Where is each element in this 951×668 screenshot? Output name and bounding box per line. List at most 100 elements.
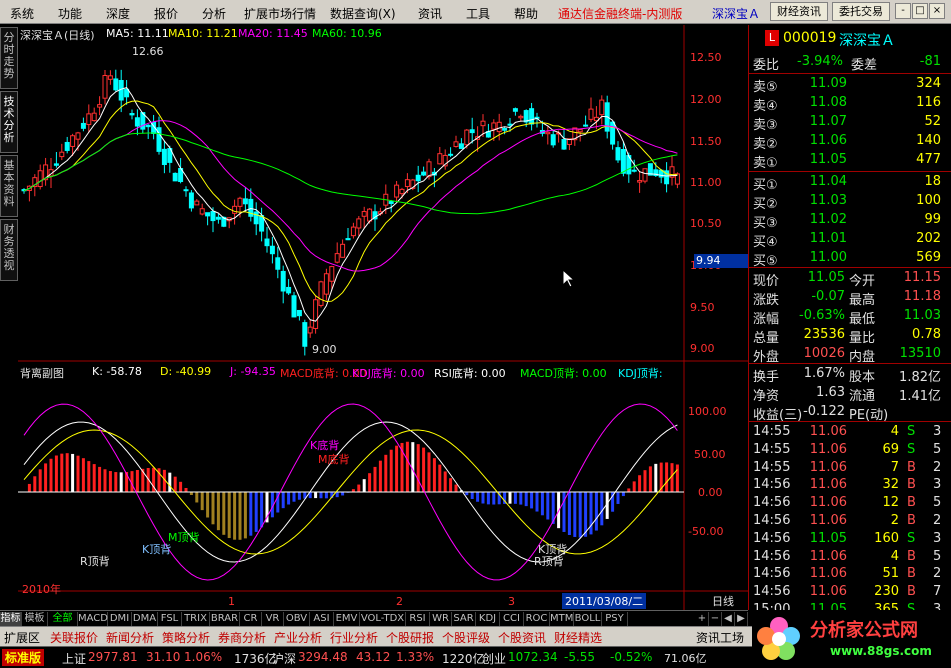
indicator-tab[interactable]: SAR — [452, 612, 476, 627]
buy-level-row[interactable]: 买④ 11.01 202 — [749, 230, 951, 250]
chart-area[interactable]: 深深宝Ａ (日线) MA5: 11.11 MA10: 11.21 MA20: 1… — [18, 25, 750, 610]
function-tab[interactable]: 行业分析 — [330, 629, 378, 646]
period-label[interactable]: 日线 — [712, 593, 734, 609]
indicator-tab[interactable]: TRIX — [182, 612, 210, 627]
indicator-tab[interactable]: PSY — [602, 612, 628, 627]
indicator-tab[interactable]: ASI — [310, 612, 334, 627]
sell-level-row[interactable]: 卖⑤ 11.09 324 — [749, 75, 951, 95]
function-tab[interactable]: 关联报价 — [50, 629, 98, 646]
tick-row: 14:55 11.06 4 S 3 — [749, 423, 951, 442]
ma10-value: MA10: 11.21 — [168, 27, 238, 40]
close-icon[interactable]: × — [929, 3, 945, 19]
indicator-tab[interactable]: DMI — [108, 612, 132, 627]
sub-tick-label: 0.00 — [698, 486, 723, 499]
tab-profile[interactable]: 基本资料 — [0, 155, 18, 217]
indicator-tab[interactable]: 模板 — [22, 612, 48, 627]
tick-time: 14:56 — [753, 513, 791, 528]
order-diff: -81 — [919, 54, 941, 69]
buy-level-label: 买① — [753, 178, 778, 193]
indicator-tab[interactable]: 全部 — [48, 612, 78, 627]
menu-system[interactable]: 系统 — [10, 5, 34, 22]
indicator-tab[interactable]: BOLL — [574, 612, 602, 627]
indicator-tab[interactable]: KDJ — [476, 612, 500, 627]
stat-label: 换手 — [753, 370, 780, 385]
indicator-tab[interactable]: BRAR — [210, 612, 240, 627]
tick-time: 14:56 — [753, 495, 791, 511]
sell-level-row[interactable]: 卖④ 11.08 116 — [749, 94, 951, 114]
buy-level-row[interactable]: 买① 11.04 18 — [749, 173, 951, 193]
sub-chart-title: 背离副图 — [20, 367, 64, 380]
tick-price: 11.06 — [809, 548, 847, 564]
scroll-button[interactable]: ◀ — [722, 612, 735, 627]
menu-analysis[interactable]: 分析 — [202, 5, 226, 22]
hs-percent: 1.33% — [396, 650, 435, 664]
indicator-tab[interactable]: FSL — [158, 612, 182, 627]
function-tab[interactable]: 券商分析 — [218, 629, 266, 646]
buy-level-row[interactable]: 买⑤ 11.00 569 — [749, 249, 951, 269]
indicator-tab[interactable]: DMA — [132, 612, 158, 627]
indicator-tab[interactable]: VR — [262, 612, 284, 627]
menu-tools[interactable]: 工具 — [466, 5, 490, 22]
info-workshop-tab[interactable]: 资讯工场 — [696, 629, 744, 646]
buy-level-row[interactable]: 买② 11.03 100 — [749, 192, 951, 212]
stat-value: 10026 — [803, 346, 845, 361]
scroll-button[interactable]: − — [709, 612, 722, 627]
price-tick-label: 11.50 — [690, 135, 722, 148]
order-ratio-row: 委比 -3.94% 委差 -81 — [749, 53, 951, 73]
indicator-tab[interactable]: MTM — [550, 612, 574, 627]
tick-row: 14:56 11.06 4 B 5 — [749, 548, 951, 567]
tick-count: 2 — [933, 566, 942, 582]
menu-info[interactable]: 资讯 — [418, 5, 442, 22]
tick-count: 3 — [933, 424, 942, 439]
tab-finance[interactable]: 财务透视 — [0, 219, 18, 281]
function-tab[interactable]: 财经精选 — [554, 629, 602, 646]
indicator-tab[interactable]: CCI — [500, 612, 524, 627]
tick-row: 14:55 11.06 69 S 5 — [749, 441, 951, 460]
finance-news-button[interactable]: 财经资讯 — [770, 2, 828, 21]
indicator-tab[interactable]: VOL-TDX — [360, 612, 406, 627]
function-tab[interactable]: 个股资讯 — [498, 629, 546, 646]
scroll-button[interactable]: ▶ — [735, 612, 748, 627]
function-tab[interactable]: 个股研报 — [386, 629, 434, 646]
sell-level-row[interactable]: 卖③ 11.07 52 — [749, 113, 951, 133]
scroll-button[interactable]: + — [696, 612, 709, 627]
indicator-tab[interactable]: RSI — [406, 612, 430, 627]
function-tab[interactable]: 产业分析 — [274, 629, 322, 646]
tick-count: 3 — [933, 530, 942, 546]
indicator-tab[interactable]: OBV — [284, 612, 310, 627]
function-tab[interactable]: 扩展区 — [4, 629, 40, 646]
indicator-tab[interactable]: ROC — [524, 612, 550, 627]
function-tab[interactable]: 个股评级 — [442, 629, 490, 646]
menu-depth[interactable]: 深度 — [106, 5, 130, 22]
menu-help[interactable]: 帮助 — [514, 5, 538, 22]
trade-order-button[interactable]: 委托交易 — [832, 2, 890, 21]
minimize-icon[interactable]: - — [895, 3, 911, 19]
indicator-tab[interactable]: CR — [240, 612, 262, 627]
sell-level-row[interactable]: 卖② 11.06 140 — [749, 132, 951, 152]
menu-data-query[interactable]: 数据查询(X) — [330, 5, 396, 22]
indicator-tab[interactable]: WR — [430, 612, 452, 627]
maximize-icon[interactable]: □ — [912, 3, 928, 19]
annotation-k-top: K顶背 — [142, 543, 172, 556]
sell-level-row[interactable]: 卖① 11.05 477 — [749, 151, 951, 171]
tab-technical[interactable]: 技术分析 — [0, 91, 18, 153]
current-price-tag: 9.94 — [694, 254, 750, 268]
chart-period: (日线) — [64, 29, 95, 42]
buy-level-row[interactable]: 买③ 11.02 99 — [749, 211, 951, 231]
tick-count: 5 — [933, 441, 942, 457]
level-badge: L — [765, 30, 779, 46]
menu-extended-market[interactable]: 扩展市场行情 — [244, 5, 316, 22]
function-tab[interactable]: 新闻分析 — [106, 629, 154, 646]
function-tab[interactable]: 策略分析 — [162, 629, 210, 646]
menu-quote[interactable]: 报价 — [154, 5, 178, 22]
kline-chart[interactable] — [18, 25, 748, 610]
menu-function[interactable]: 功能 — [58, 5, 82, 22]
sub-j-value: J: -94.35 — [230, 365, 276, 378]
indicator-tab[interactable]: MACD — [78, 612, 108, 627]
indicator-tab[interactable]: 指标 — [0, 612, 22, 627]
tick-price: 11.06 — [809, 459, 847, 475]
sell-volume: 324 — [916, 76, 941, 91]
sell-level-label: 卖② — [753, 137, 778, 152]
tab-intraday[interactable]: 分时走势 — [0, 27, 18, 89]
indicator-tab[interactable]: EMV — [334, 612, 360, 627]
